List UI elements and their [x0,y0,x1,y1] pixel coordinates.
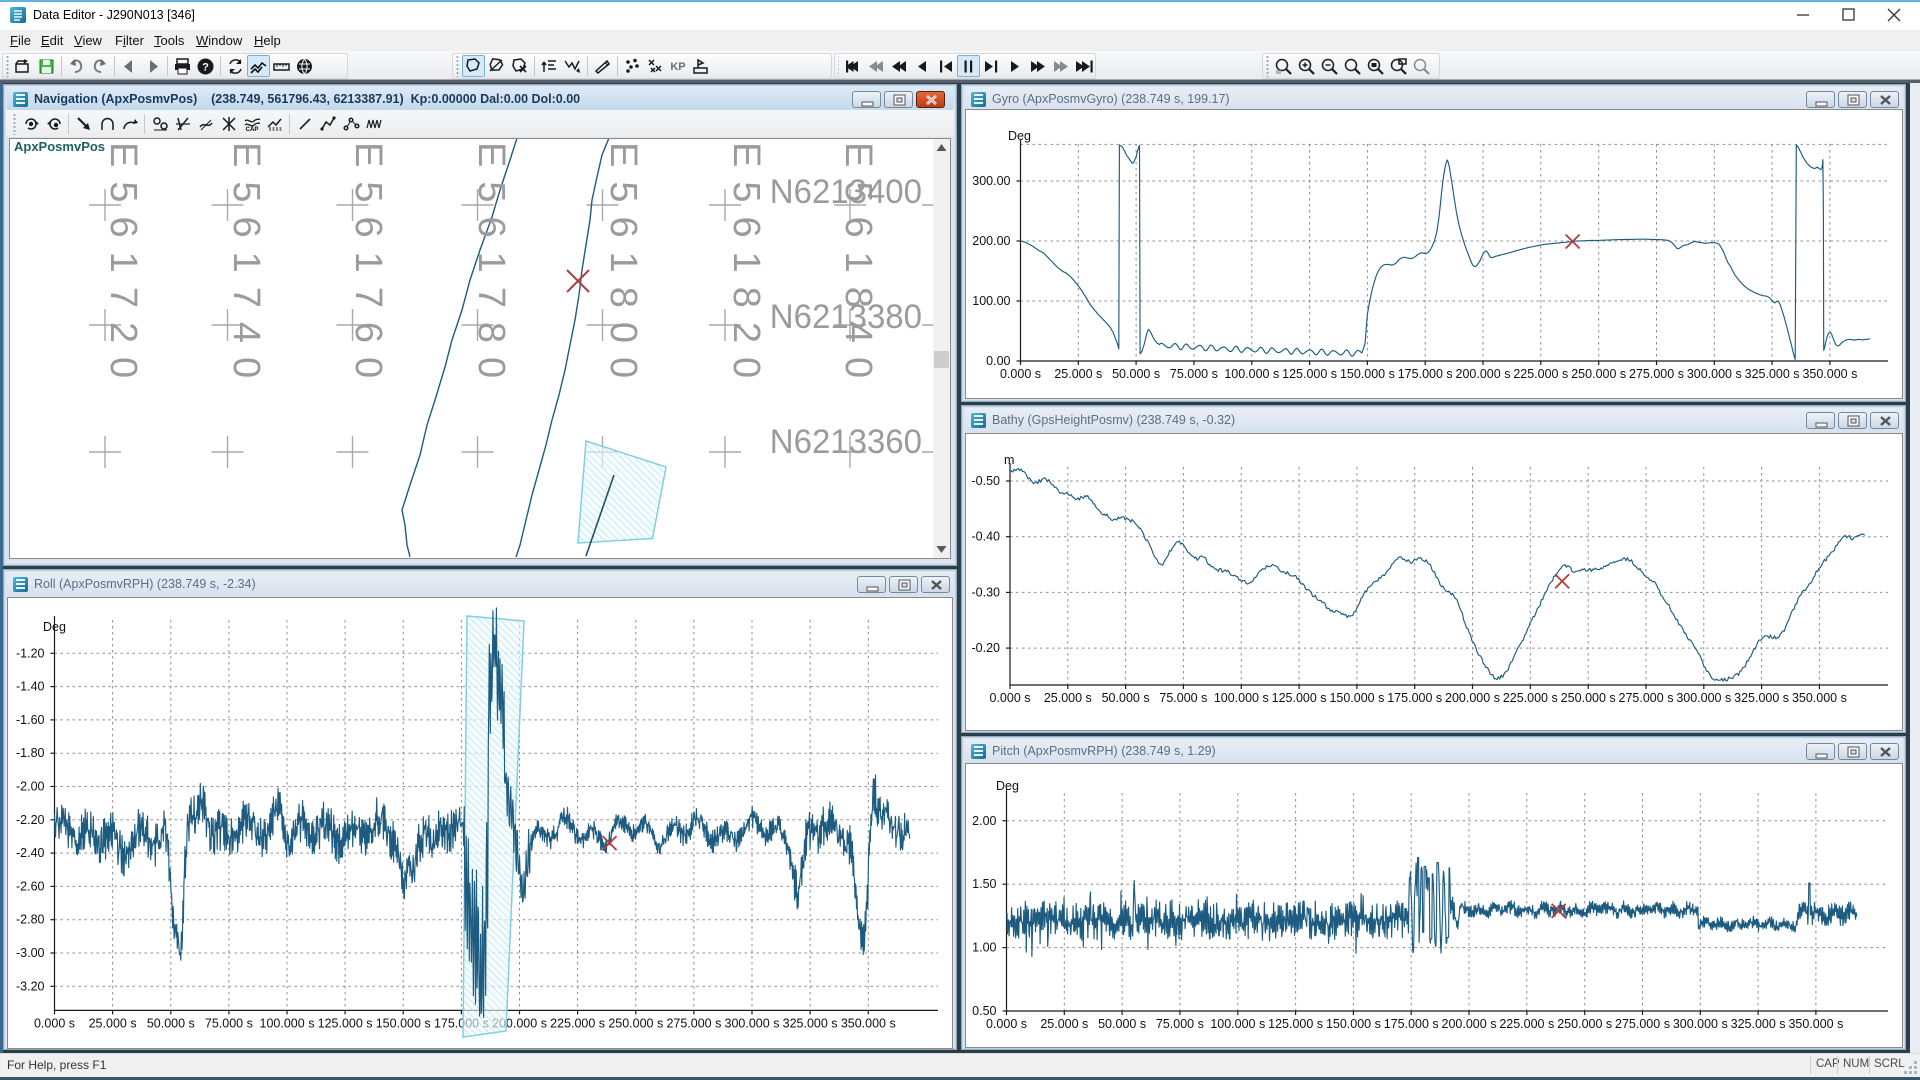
svg-text:275.000 s: 275.000 s [666,1016,721,1030]
svg-text:-0.40: -0.40 [972,530,1001,544]
svg-text:50.000 s: 50.000 s [1102,691,1150,705]
svg-text:1.00: 1.00 [972,941,996,955]
svg-text:-3.20: -3.20 [16,979,45,993]
svg-text:50.000 s: 50.000 s [147,1016,195,1030]
svg-text:125.000 s: 125.000 s [1282,367,1337,381]
svg-text:100.000 s: 100.000 s [1214,691,1269,705]
svg-text:25.000 s: 25.000 s [89,1016,137,1030]
svg-text:-2.00: -2.00 [16,780,45,794]
svg-text:1.50: 1.50 [972,877,996,891]
svg-text:200.000 s: 200.000 s [1456,367,1511,381]
svg-text:350.000 s: 350.000 s [841,1016,896,1030]
svg-text:0.000 s: 0.000 s [34,1016,75,1030]
svg-text:-2.60: -2.60 [16,879,45,893]
svg-text:175.000 s: 175.000 s [1387,691,1442,705]
svg-text:150.000 s: 150.000 s [376,1016,431,1030]
svg-text:350.000 s: 350.000 s [1788,1017,1843,1031]
svg-text:250.000 s: 250.000 s [1571,367,1626,381]
svg-text:175.000 s: 175.000 s [1384,1017,1439,1031]
svg-text:KP: KP [670,61,685,73]
svg-text:125.000 s: 125.000 s [318,1016,373,1030]
svg-text:50.000 s: 50.000 s [1098,1017,1146,1031]
svg-text:0.000 s: 0.000 s [989,691,1030,705]
svg-text:250.000 s: 250.000 s [1557,1017,1612,1031]
svg-text:-2.80: -2.80 [16,913,45,927]
svg-text:Deg: Deg [43,620,66,634]
svg-text:350.000 s: 350.000 s [1792,691,1847,705]
svg-text:325.000 s: 325.000 s [1734,691,1789,705]
svg-text:25.000 s: 25.000 s [1040,1017,1088,1031]
svg-text:275.000 s: 275.000 s [1629,367,1684,381]
svg-text:75.000 s: 75.000 s [1159,691,1207,705]
svg-text:300.000 s: 300.000 s [1673,1017,1728,1031]
svg-text:25.000 s: 25.000 s [1054,367,1102,381]
svg-text:m: m [1004,453,1014,467]
svg-text:100.00: 100.00 [972,294,1010,308]
svg-text:225.000 s: 225.000 s [1513,367,1568,381]
svg-text:-2.20: -2.20 [16,813,45,827]
svg-text:225.000 s: 225.000 s [550,1016,605,1030]
svg-text:150.000 s: 150.000 s [1326,1017,1381,1031]
svg-text:300.000 s: 300.000 s [1676,691,1731,705]
svg-text:-0.30: -0.30 [972,585,1001,599]
svg-text:-0.20: -0.20 [972,641,1001,655]
svg-text:0.000 s: 0.000 s [986,1017,1027,1031]
svg-text:325.000 s: 325.000 s [1731,1017,1786,1031]
svg-text:200.000 s: 200.000 s [1442,1017,1497,1031]
svg-text:CAP: CAP [245,127,258,133]
svg-text:50.000 s: 50.000 s [1112,367,1160,381]
svg-text:100.000 s: 100.000 s [1210,1017,1265,1031]
svg-text:0.50: 0.50 [972,1004,996,1018]
svg-text:?: ? [202,61,209,73]
svg-text:125.000 s: 125.000 s [1272,691,1327,705]
svg-text:-2.40: -2.40 [16,846,45,860]
svg-text:2.00: 2.00 [972,814,996,828]
svg-text:-0.50: -0.50 [972,474,1001,488]
svg-text:300.00: 300.00 [972,174,1010,188]
svg-text:300.000 s: 300.000 s [725,1016,780,1030]
svg-text:200.000 s: 200.000 s [1445,691,1500,705]
svg-text:225.000 s: 225.000 s [1499,1017,1554,1031]
svg-text:Deg: Deg [996,779,1019,793]
svg-text:200.00: 200.00 [972,234,1010,248]
svg-text:-1.20: -1.20 [16,646,45,660]
svg-text:-1.60: -1.60 [16,713,45,727]
svg-text:175.000 s: 175.000 s [1398,367,1453,381]
svg-text:150.000 s: 150.000 s [1329,691,1384,705]
svg-text:-1.80: -1.80 [16,746,45,760]
svg-text:300.000 s: 300.000 s [1687,367,1742,381]
svg-text:275.000 s: 275.000 s [1619,691,1674,705]
svg-text:Deg: Deg [1008,129,1031,143]
svg-text:150.000 s: 150.000 s [1340,367,1395,381]
svg-text:125.000 s: 125.000 s [1268,1017,1323,1031]
svg-text:325.000 s: 325.000 s [1745,367,1800,381]
svg-text:-1.40: -1.40 [16,680,45,694]
svg-text:275.000 s: 275.000 s [1615,1017,1670,1031]
svg-text:350.000 s: 350.000 s [1802,367,1857,381]
svg-text:100.000 s: 100.000 s [1224,367,1279,381]
svg-text:-3.00: -3.00 [16,946,45,960]
svg-text:225.000 s: 225.000 s [1503,691,1558,705]
svg-text:25.000 s: 25.000 s [1044,691,1092,705]
svg-text:75.000 s: 75.000 s [1170,367,1218,381]
svg-text:250.000 s: 250.000 s [608,1016,663,1030]
svg-text:250.000 s: 250.000 s [1561,691,1616,705]
svg-text:100.000 s: 100.000 s [260,1016,315,1030]
svg-text:325.000 s: 325.000 s [783,1016,838,1030]
svg-text:0.000 s: 0.000 s [1000,367,1041,381]
svg-text:75.000 s: 75.000 s [1156,1017,1204,1031]
svg-text:75.000 s: 75.000 s [205,1016,253,1030]
svg-text:0.00: 0.00 [986,354,1010,368]
